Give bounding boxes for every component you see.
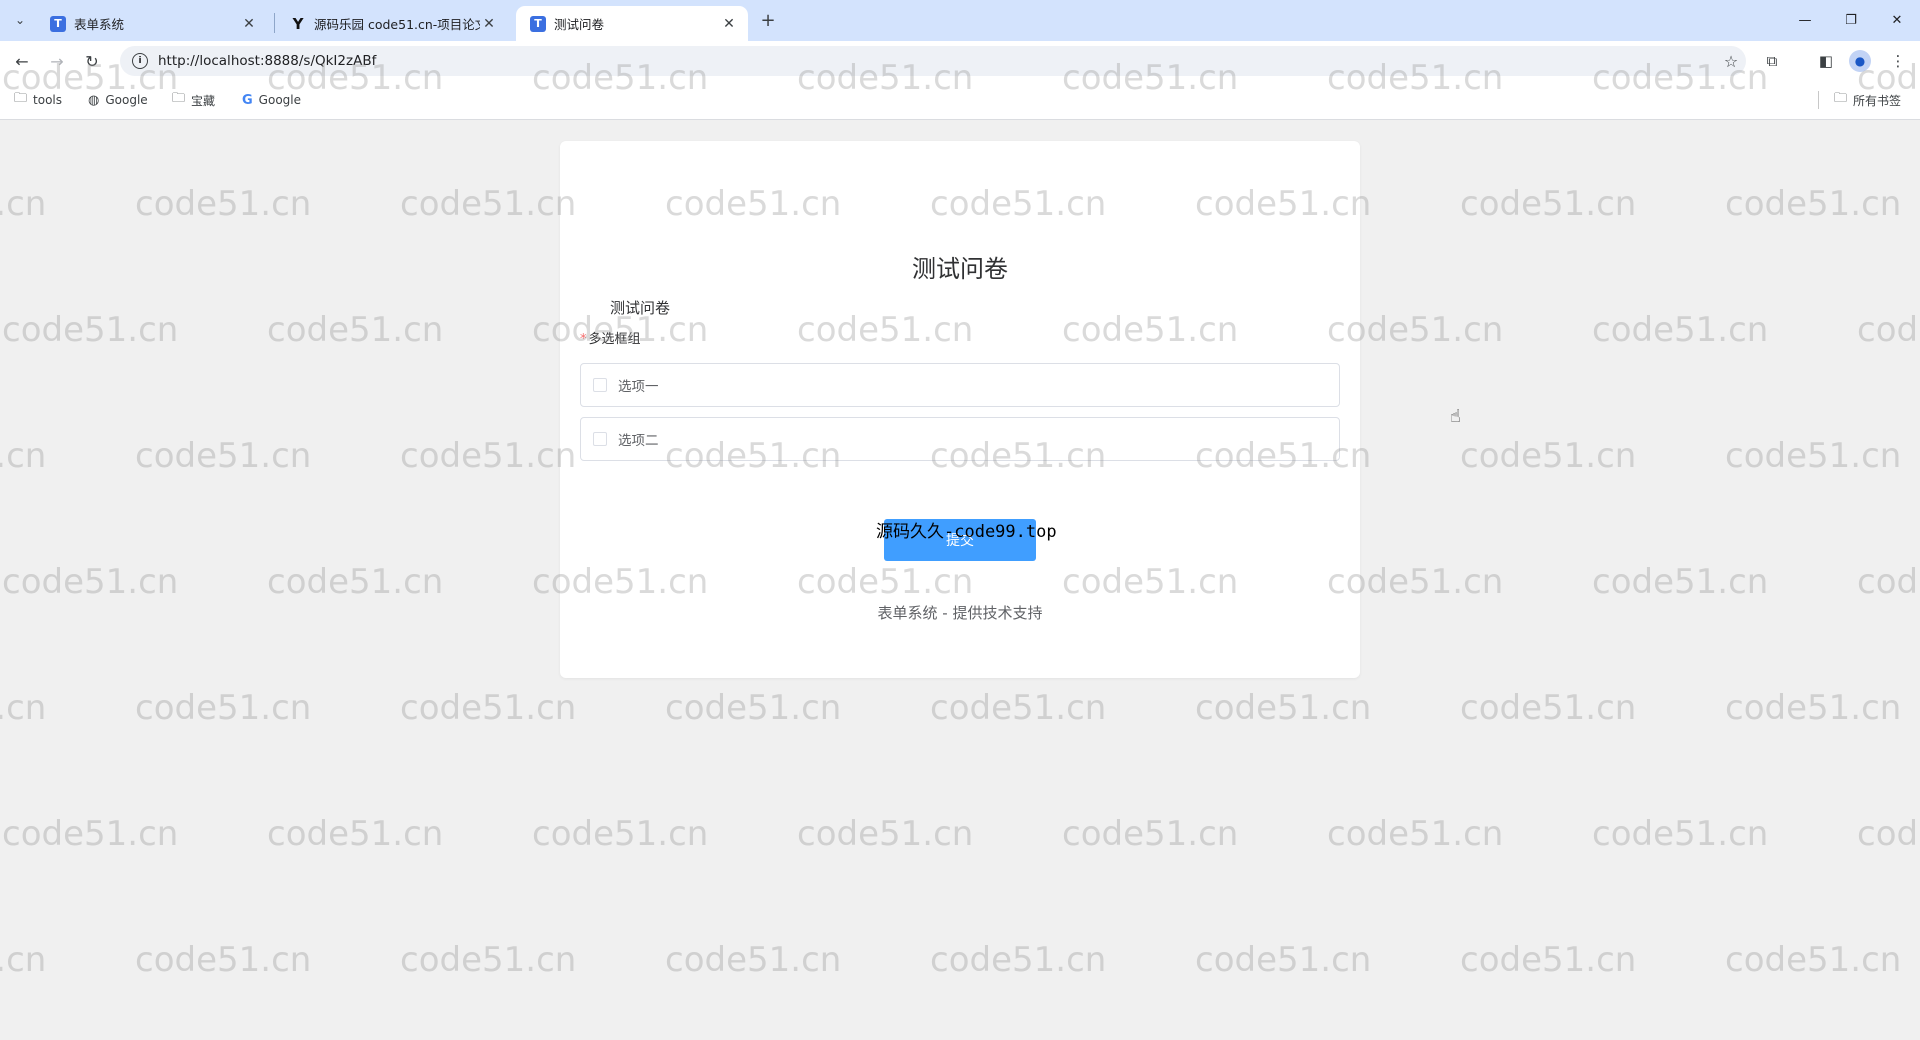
tab-divider: [274, 13, 275, 33]
folder-icon: 🗀: [172, 91, 186, 106]
form-app-icon: T: [530, 15, 546, 32]
url-text[interactable]: http://localhost:8888/s/QkI2zABf: [158, 53, 1716, 69]
page-title: 测试问卷: [912, 255, 1008, 283]
minimize-icon[interactable]: —: [1782, 6, 1828, 34]
close-icon[interactable]: ✕: [720, 16, 738, 32]
form-app-icon: T: [50, 15, 66, 32]
tab-search-button[interactable]: ⌄: [8, 8, 32, 32]
bookmark-label: 宝藏: [191, 93, 216, 108]
profile-button[interactable]: ●: [1846, 47, 1874, 75]
footer-text: 表单系统 - 提供技术支持: [877, 604, 1043, 622]
checkbox-option-2[interactable]: 选项二: [580, 417, 1340, 461]
checkbox[interactable]: [593, 378, 607, 392]
folder-icon: 🗀: [1834, 91, 1848, 106]
bookmark-treasure[interactable]: 🗀 宝藏: [172, 90, 215, 110]
option-label: 选项二: [618, 433, 659, 449]
bookmark-star-icon[interactable]: ☆: [1716, 52, 1746, 71]
option-label: 选项一: [618, 379, 659, 395]
chevron-down-icon: ⌄: [14, 13, 26, 27]
menu-kebab-icon[interactable]: ⋮: [1884, 47, 1912, 75]
bookmark-label: 所有书签: [1853, 93, 1902, 108]
bookmarks-divider: [1818, 91, 1819, 109]
y-logo-icon: Y: [292, 14, 304, 33]
bookmark-google[interactable]: ◍ Google: [88, 90, 148, 110]
browser-toolbar: ← → ↻ i http://localhost:8888/s/QkI2zABf…: [0, 41, 1920, 81]
checkbox-option-1[interactable]: 选项一: [580, 363, 1340, 407]
question-title: 多选框组: [588, 332, 641, 347]
new-tab-button[interactable]: +: [756, 8, 780, 32]
site-info-icon[interactable]: i: [132, 53, 148, 69]
bookmarks-bar: 🗀 tools ◍ Google 🗀 宝藏 G Google 🗀 所有书签: [0, 81, 1920, 120]
page-viewport: 测试问卷 测试问卷 * 多选框组 选项一 选项二 提交 源码久久-code99.t…: [0, 120, 1920, 1040]
tab-title: 表单系统: [74, 17, 125, 32]
form-description: 测试问卷: [610, 299, 671, 317]
close-icon[interactable]: ✕: [480, 16, 498, 32]
address-bar[interactable]: i http://localhost:8888/s/QkI2zABf ☆: [120, 46, 1746, 76]
tab-title: 源码乐园 code51.cn-项目论文: [314, 17, 480, 32]
extensions-icon[interactable]: ⧉: [1758, 47, 1786, 75]
bookmark-label: Google: [105, 93, 148, 107]
tab-code51[interactable]: Y 源码乐园 code51.cn-项目论文 ✕: [276, 6, 508, 41]
reload-icon[interactable]: ↻: [78, 47, 106, 75]
tab-title: 测试问卷: [554, 17, 605, 32]
google-g-icon: G: [242, 92, 253, 108]
form-card: 测试问卷 测试问卷 * 多选框组 选项一 选项二 提交 源码久久-code99.t…: [560, 141, 1360, 678]
forward-icon[interactable]: →: [43, 47, 71, 75]
bookmark-label: tools: [33, 93, 62, 107]
all-bookmarks[interactable]: 🗀 所有书签: [1834, 90, 1901, 110]
bookmark-google-2[interactable]: G Google: [242, 90, 301, 110]
globe-icon: ◍: [88, 92, 100, 108]
window-close-icon[interactable]: ✕: [1874, 6, 1920, 34]
avatar: ●: [1849, 50, 1871, 72]
bookmark-tools[interactable]: 🗀 tools: [14, 90, 62, 110]
question-label: * 多选框组: [580, 328, 641, 347]
tab-form-system[interactable]: T 表单系统 ✕: [36, 6, 268, 41]
folder-icon: 🗀: [14, 91, 28, 106]
checkbox[interactable]: [593, 432, 607, 446]
back-icon[interactable]: ←: [8, 47, 36, 75]
required-mark: *: [580, 332, 587, 347]
tab-strip: ⌄ T 表单系统 ✕ Y 源码乐园 code51.cn-项目论文 ✕ T 测试问…: [0, 0, 1920, 41]
overlay-watermark-text: 源码久久-code99.top: [876, 522, 1057, 542]
hand-cursor-icon: ☝: [1450, 406, 1461, 427]
side-panel-icon[interactable]: ◧: [1812, 47, 1840, 75]
bookmark-label: Google: [258, 93, 301, 107]
close-icon[interactable]: ✕: [240, 16, 258, 32]
restore-icon[interactable]: ❐: [1828, 6, 1874, 34]
tab-survey[interactable]: T 测试问卷 ✕: [516, 6, 748, 41]
